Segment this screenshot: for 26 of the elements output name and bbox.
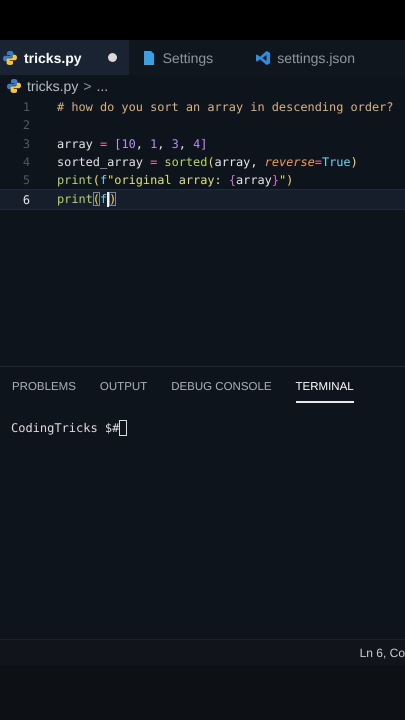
editor-tab[interactable]: Settings: [128, 40, 254, 75]
terminal-prompt: CodingTricks $#: [11, 421, 120, 435]
panel-tab[interactable]: TERMINAL: [296, 378, 354, 403]
code-line: # how do you sort an array in descending order?: [57, 100, 394, 114]
panel-tab[interactable]: DEBUG CONSOLE: [171, 378, 272, 403]
python-icon: [2, 50, 18, 66]
editor-tab[interactable]: settings.json: [253, 40, 368, 75]
breadcrumb-separator: >: [83, 78, 92, 94]
panel-tab[interactable]: OUTPUT: [100, 378, 148, 403]
code-line: print(f ): [57, 192, 116, 208]
breadcrumb-file[interactable]: tricks.py: [27, 78, 78, 94]
code-editor-icon: [255, 50, 272, 66]
line-number: 5: [22, 173, 31, 188]
line-number: 4: [22, 155, 31, 170]
editor-tab[interactable]: tricks.py: [0, 40, 129, 75]
code-line: sorted_array = sorted(array, reverse=True): [57, 155, 358, 170]
code-line: print(f"original array: {array}"): [57, 173, 294, 188]
breadcrumb-more[interactable]: ...: [96, 78, 108, 94]
cursor-position[interactable]: Ln 6, Co: [360, 646, 405, 660]
line-number: 2: [22, 118, 31, 132]
python-icon: [6, 78, 22, 94]
panel-tab[interactable]: PROBLEMS: [12, 378, 76, 403]
line-number: 1: [22, 100, 31, 114]
line-number: 3: [22, 136, 31, 151]
line-number: 6: [22, 192, 31, 207]
code-line: array = [10, 1, 3, 4]: [57, 136, 208, 151]
